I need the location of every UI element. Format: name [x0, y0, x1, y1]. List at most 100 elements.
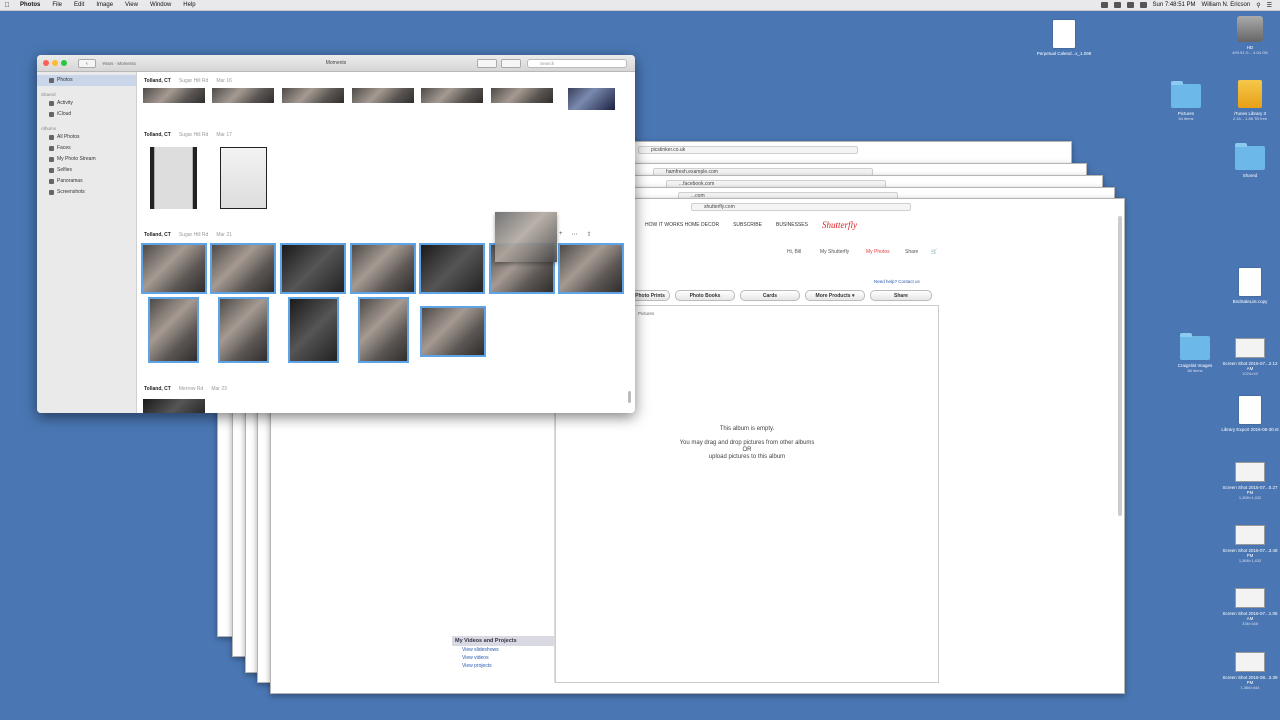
user-name[interactable]: William N. Ericson — [1202, 2, 1251, 8]
help-link[interactable]: Need help? Contact us — [874, 279, 920, 284]
moment-header[interactable]: Tolland, CT Sugar Hill Rd Mar 16 — [144, 78, 232, 84]
photo-thumbnail[interactable] — [421, 88, 483, 103]
desktop-icon-itunes-library[interactable]: iTunes Library 3 2.16... 1.86 TB free — [1220, 80, 1280, 121]
photo-thumbnail[interactable] — [212, 88, 274, 103]
photo-thumbnail-selected[interactable] — [218, 297, 269, 363]
menu-app-photos[interactable]: Photos — [14, 2, 46, 8]
desktop-icon-screen-shot-2[interactable]: Screen Shot 2016-07...0.27 PM 1,368×1,43… — [1220, 462, 1280, 500]
zoom-button-icon[interactable] — [61, 60, 67, 66]
desktop-icon-perpetual-calendar[interactable]: Perpetual Calend...x_1.098 — [1034, 20, 1094, 56]
photos-titlebar[interactable]: ‹ Years · Moments Moments Search — [37, 55, 635, 72]
photo-thumbnail-selected[interactable] — [148, 297, 199, 363]
desktop-icon-screen-shot-3[interactable]: Screen Shot 2016-07...3.48 PM 1,368×1,43… — [1220, 525, 1280, 563]
photo-thumbnail-selected[interactable] — [558, 243, 624, 294]
minimize-button-icon[interactable] — [52, 60, 58, 66]
photo-thumbnail-selected[interactable] — [280, 243, 346, 294]
photo-thumbnail-selected[interactable] — [419, 243, 485, 294]
desktop-icon-screen-shot-5[interactable]: Screen Shot 2016-08...3.39 PM 1,368×444 — [1220, 652, 1280, 690]
sidebar-item-screenshots[interactable]: Screenshots — [37, 187, 136, 198]
menu-edit[interactable]: Edit — [68, 2, 90, 8]
sidebar-item-icloud[interactable]: iCloud — [37, 109, 136, 120]
menu-file[interactable]: File — [46, 2, 68, 8]
moments-grid[interactable]: Tolland, CT Sugar Hill Rd Mar 16 Tolland… — [138, 72, 635, 413]
desktop-icon-shared[interactable]: Shared — [1220, 143, 1280, 178]
desktop-icon-hd[interactable]: HD 499.91 G... 4.04 GB — [1220, 16, 1280, 55]
photo-thumbnail[interactable] — [150, 147, 197, 209]
cards-button[interactable]: Cards — [740, 290, 800, 301]
nav-subscribe[interactable]: SUBSCRIBE — [733, 222, 762, 228]
desktop-icon-screen-shot-1[interactable]: Screen Shot 2016-07...2.12 AM 1024×40 — [1220, 338, 1280, 376]
menu-help[interactable]: Help — [177, 2, 201, 8]
photo-thumbnail-selected[interactable] — [358, 297, 409, 363]
url-bar[interactable]: shutterfly.com — [691, 203, 911, 211]
photo-thumbnail-selected[interactable] — [141, 243, 207, 294]
photo-thumbnail-selected[interactable] — [288, 297, 339, 363]
view-projects-link[interactable]: View projects — [452, 662, 554, 670]
my-photos-link[interactable]: My Photos — [866, 249, 890, 255]
view-mode-breadcrumb[interactable]: Years · Moments — [102, 61, 136, 66]
view-videos-link[interactable]: View videos — [452, 654, 554, 662]
moment-header[interactable]: Tolland, CT Sugar Hill Rd Mar 17 — [144, 132, 232, 138]
shutterfly-logo[interactable]: Shutterfly — [822, 220, 857, 230]
cart-icon[interactable]: 🛒 — [931, 249, 937, 255]
photo-thumbnail[interactable] — [220, 147, 267, 209]
desktop-icon-craigslist-images[interactable]: Craigslist Images 68 items — [1165, 333, 1225, 373]
clock[interactable]: Sun 7:48:51 PM — [1153, 2, 1196, 8]
photos-scrollbar[interactable] — [628, 391, 631, 403]
upload-link[interactable]: upload pictures to this album — [556, 454, 938, 461]
photo-thumbnail-selected[interactable] — [420, 306, 486, 357]
nav-how-it-works[interactable]: HOW IT WORKS HOME DECOR — [645, 222, 719, 228]
sidebar-item-faces[interactable]: Faces — [37, 143, 136, 154]
url-bar[interactable]: picstinker.co.uk — [638, 146, 858, 154]
share-button[interactable]: Share — [870, 290, 932, 301]
menu-image[interactable]: Image — [90, 2, 119, 8]
search-input[interactable]: Search — [527, 59, 627, 68]
account-greeting[interactable]: Hi, Bill — [787, 249, 801, 255]
my-shutterfly-link[interactable]: My Shutterfly — [820, 249, 849, 255]
add-to-icon[interactable]: + — [559, 231, 563, 238]
sidebar-item-photos[interactable]: Photos — [37, 75, 136, 86]
nav-businesses[interactable]: BUSINESSES — [776, 222, 808, 228]
desktop-icon-library-export[interactable]: Library Export 2016-08-30.nt — [1220, 396, 1280, 432]
desktop-icon-birdsalelist[interactable]: BirdSaleList.copy — [1220, 268, 1280, 304]
photo-thumbnail[interactable] — [491, 88, 553, 103]
photo-thumbnail[interactable] — [352, 88, 414, 103]
volume-icon[interactable] — [1126, 2, 1134, 8]
sidebar-item-activity[interactable]: Activity — [37, 98, 136, 109]
back-button[interactable]: ‹ — [78, 58, 96, 68]
share-link[interactable]: Share — [905, 249, 918, 255]
apple-menu-icon[interactable]:  — [0, 2, 14, 9]
share-icon[interactable] — [501, 59, 521, 68]
sidebar-item-all-photos[interactable]: All Photos — [37, 132, 136, 143]
battery-icon[interactable] — [1139, 2, 1147, 8]
share-icon[interactable]: ⇧ — [587, 231, 592, 238]
photo-prints-button[interactable]: Photo Prints — [630, 290, 670, 301]
desktop-icon-screen-shot-4[interactable]: Screen Shot 2016-07...1.05 AM 336×168 — [1220, 588, 1280, 626]
photo-books-button[interactable]: Photo Books — [675, 290, 735, 301]
more-icon[interactable]: ⋯ — [572, 231, 578, 238]
close-button-icon[interactable] — [43, 60, 49, 66]
sidebar-item-selfies[interactable]: Selfies — [37, 165, 136, 176]
browser-scrollbar[interactable] — [1118, 216, 1122, 516]
spotlight-icon[interactable]: ⚲ — [1256, 2, 1260, 9]
dragged-photo-thumbnail[interactable] — [495, 212, 557, 262]
notification-center-icon[interactable]: ☰ — [1267, 2, 1272, 9]
wifi-icon[interactable] — [1113, 2, 1121, 8]
photo-thumbnail[interactable] — [568, 88, 615, 110]
menu-view[interactable]: View — [119, 2, 144, 8]
view-slideshows-link[interactable]: View slideshows — [452, 646, 554, 654]
photo-thumbnail[interactable] — [143, 88, 205, 103]
photo-thumbnail-selected[interactable] — [210, 243, 276, 294]
add-icon[interactable] — [477, 59, 497, 68]
photo-thumbnail-selected[interactable] — [350, 243, 416, 294]
photo-thumbnail[interactable] — [282, 88, 344, 103]
status-icon[interactable] — [1100, 2, 1108, 8]
desktop-icon-pictures[interactable]: Pictures 64 items — [1156, 81, 1216, 121]
sidebar-item-photo-stream[interactable]: My Photo Stream — [37, 154, 136, 165]
more-products-button[interactable]: More Products ▾ — [805, 290, 865, 301]
menu-window[interactable]: Window — [144, 2, 177, 8]
sidebar-item-panoramas[interactable]: Panoramas — [37, 176, 136, 187]
moment-header[interactable]: Tolland, CT Merrow Rd Mar 23 — [144, 386, 227, 392]
photo-thumbnail[interactable] — [143, 399, 205, 413]
moment-header[interactable]: Tolland, CT Sugar Hill Rd Mar 21 — [144, 232, 232, 238]
